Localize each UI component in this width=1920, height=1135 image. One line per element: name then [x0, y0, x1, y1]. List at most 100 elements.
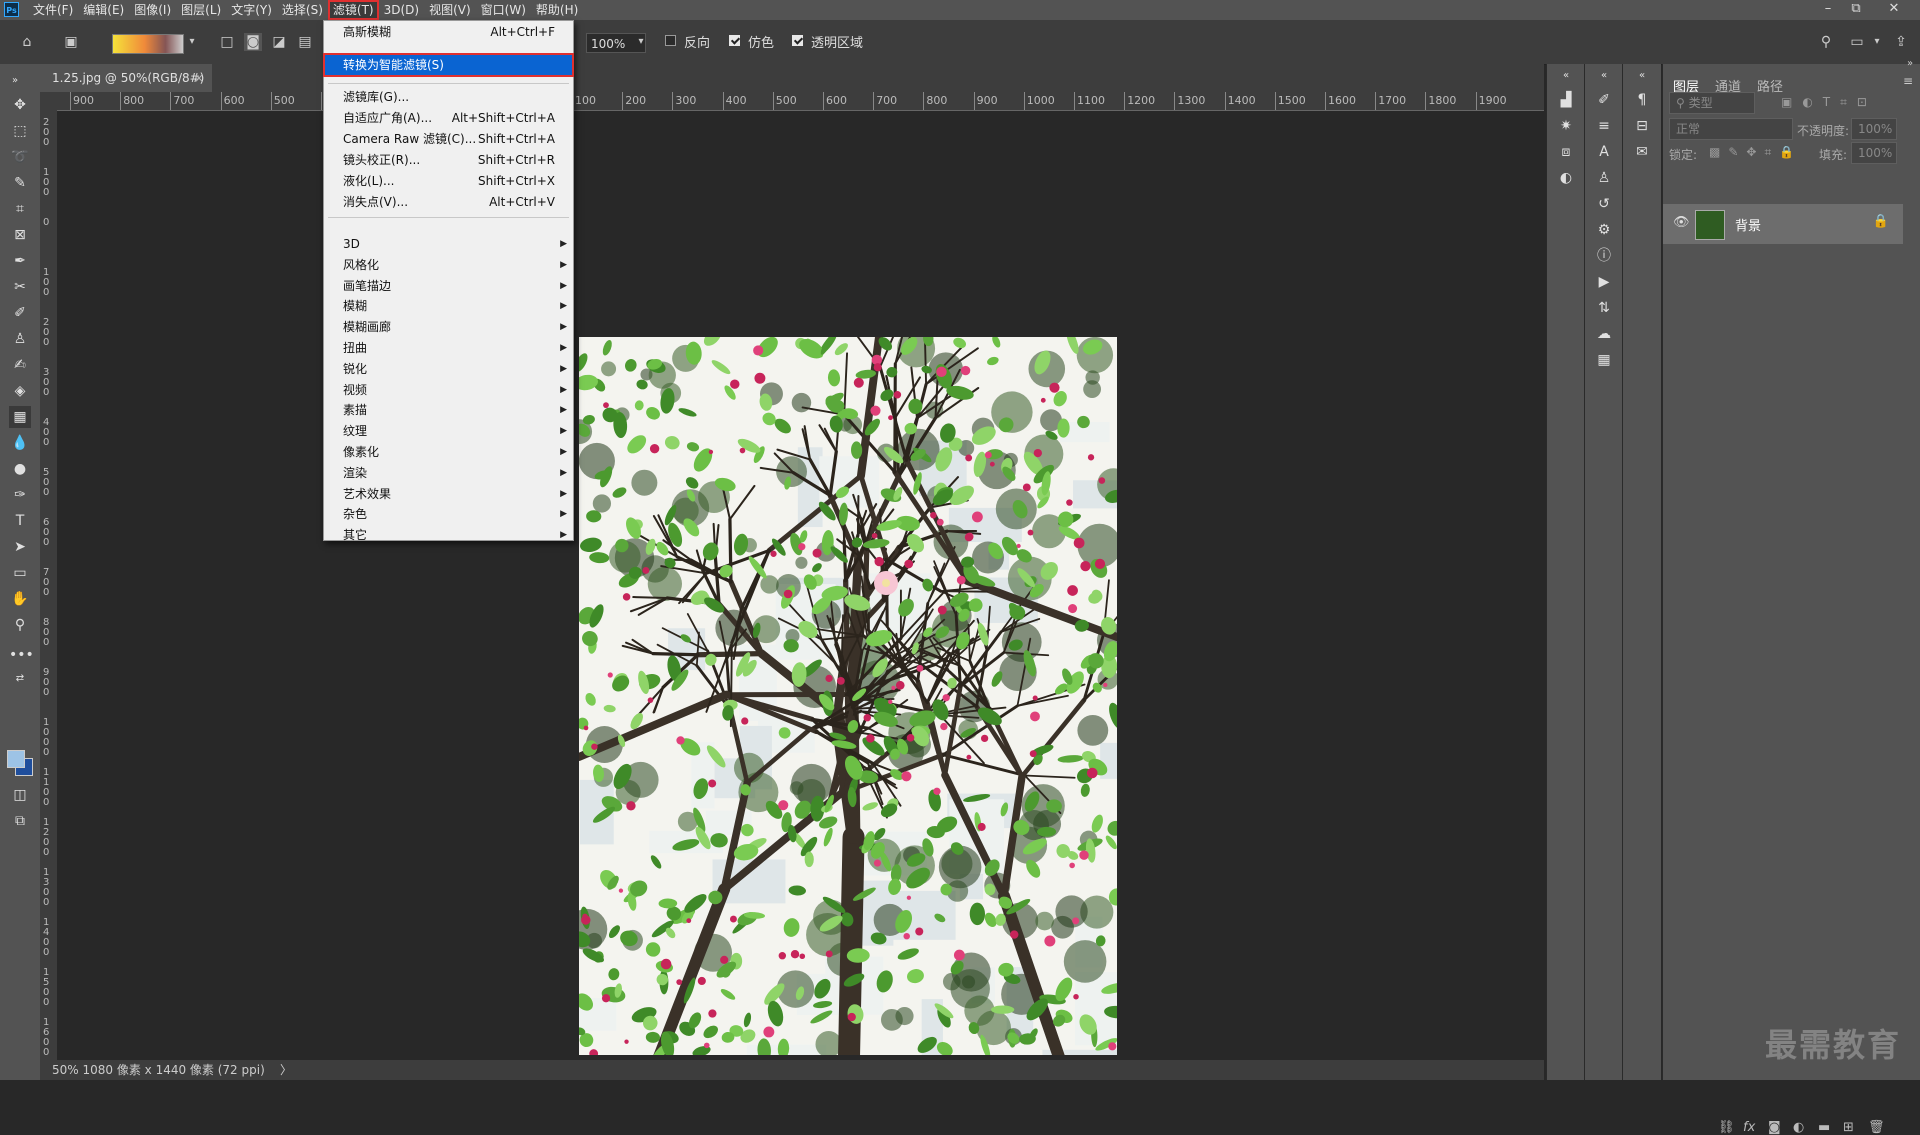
radial-gradient-icon[interactable]: ◙	[244, 33, 262, 51]
layer-row[interactable]: 👁 背景 🔒	[1663, 204, 1903, 244]
type-tool-icon[interactable]: T	[9, 510, 31, 532]
chevron-down-icon[interactable]: ▾	[183, 33, 201, 51]
menu-edit[interactable]: 编辑(E)	[78, 0, 129, 20]
more-tools-icon[interactable]: •••	[9, 644, 31, 666]
notes-icon[interactable]: ✉	[1632, 142, 1652, 162]
canvas-area[interactable]	[57, 111, 1544, 1060]
layer-name[interactable]: 背景	[1735, 215, 1761, 234]
menu-select[interactable]: 选择(S)	[277, 0, 328, 20]
workspace-dropdown-icon[interactable]: ▾	[1868, 33, 1886, 51]
collapse-icon[interactable]: »	[4, 70, 26, 92]
menu-layer[interactable]: 图层(L)	[176, 0, 226, 20]
menu-item-filter[interactable]: 自适应广角(A)...Alt+Shift+Ctrl+A	[324, 108, 573, 129]
restore-button[interactable]: ⧉	[1842, 0, 1870, 20]
crop-tool-icon[interactable]: ⌗	[9, 198, 31, 220]
history-icon[interactable]: ↺	[1594, 194, 1614, 214]
layer-opacity-field[interactable]: 100%	[1851, 118, 1897, 140]
expand-panel-icon[interactable]: »	[1907, 58, 1913, 69]
menu-item-convert-smart-filter[interactable]: 转换为智能滤镜(S)	[324, 54, 573, 76]
angle-gradient-icon[interactable]: ◪	[270, 33, 288, 51]
zoom-tool-icon[interactable]: ⚲	[9, 614, 31, 636]
menu-item-submenu[interactable]: 3D▶	[324, 234, 573, 255]
new-layer-icon[interactable]: ⊞	[1843, 1120, 1854, 1135]
menu-item-submenu[interactable]: 渲染▶	[324, 463, 573, 484]
quick-select-tool-icon[interactable]: ✎	[9, 172, 31, 194]
marquee-tool-icon[interactable]: ⬚	[9, 120, 31, 142]
properties-icon[interactable]: ⇅	[1594, 298, 1614, 318]
menu-item-submenu[interactable]: 艺术效果▶	[324, 484, 573, 505]
status-menu-arrow[interactable]: 〉	[280, 1060, 292, 1080]
menu-image[interactable]: 图像(I)	[129, 0, 176, 20]
pen-tool-icon[interactable]: ✑	[9, 484, 31, 506]
reverse-checkbox[interactable]	[665, 35, 676, 46]
group-icon[interactable]: ▬	[1818, 1120, 1830, 1135]
path-select-tool-icon[interactable]: ➤	[9, 536, 31, 558]
layer-fill-field[interactable]: 100%	[1851, 142, 1897, 164]
libraries-icon[interactable]: ⧈	[1556, 142, 1576, 162]
blur-tool-icon[interactable]: 💧	[9, 432, 31, 454]
foreground-color-swatch[interactable]	[7, 750, 25, 768]
tab-paths[interactable]: 路径	[1757, 76, 1783, 95]
share-icon[interactable]: ⇪	[1892, 33, 1910, 51]
menu-item-submenu[interactable]: 视频▶	[324, 380, 573, 401]
gradient-preset-icon[interactable]: ▣	[62, 33, 80, 51]
transparency-checkbox[interactable]	[792, 35, 803, 46]
collapse-panels-icon-3[interactable]: «	[1632, 66, 1652, 86]
paragraph-icon[interactable]: ¶	[1632, 90, 1652, 110]
actions-icon[interactable]: ▶	[1594, 272, 1614, 292]
opacity-dropdown-icon[interactable]: ▾	[632, 33, 650, 51]
swap-colors-icon[interactable]: ⇄	[9, 668, 31, 690]
navigator-icon[interactable]: ✷	[1556, 116, 1576, 136]
screen-mode-icon[interactable]: ⧉	[9, 810, 31, 832]
menu-item-submenu[interactable]: 模糊画廊▶	[324, 317, 573, 338]
menu-file[interactable]: 文件(F)	[28, 0, 78, 20]
blend-mode-select[interactable]: 正常	[1669, 118, 1793, 140]
menu-item-submenu[interactable]: 扭曲▶	[324, 338, 573, 359]
rectangle-tool-icon[interactable]: ▭	[9, 562, 31, 584]
menu-type[interactable]: 文字(Y)	[226, 0, 277, 20]
lasso-tool-icon[interactable]: ➰	[9, 146, 31, 168]
menu-item-submenu[interactable]: 纹理▶	[324, 421, 573, 442]
hand-tool-icon[interactable]: ✋	[9, 588, 31, 610]
fx-icon[interactable]: fx	[1743, 1120, 1755, 1135]
history-brush-tool-icon[interactable]: ✍	[9, 354, 31, 376]
adjustment-layer-icon[interactable]: ◐	[1793, 1120, 1804, 1135]
workspace-icon[interactable]: ▭	[1848, 33, 1866, 51]
menu-item-filter[interactable]: 消失点(V)...Alt+Ctrl+V	[324, 192, 573, 213]
delete-layer-icon[interactable]: 🗑	[1868, 1120, 1885, 1135]
menu-item-submenu[interactable]: 杂色▶	[324, 504, 573, 525]
frame-tool-icon[interactable]: ⊠	[9, 224, 31, 246]
home-icon[interactable]: ⌂	[18, 33, 36, 51]
dither-checkbox[interactable]	[729, 35, 740, 46]
menu-3d[interactable]: 3D(D)	[379, 0, 424, 20]
add-mask-icon[interactable]: ◙	[1768, 1120, 1781, 1135]
menu-view[interactable]: 视图(V)	[424, 0, 476, 20]
close-tab-icon[interactable]: ×	[194, 64, 204, 92]
lock-icons[interactable]: ▩✎✥⌗🔒	[1709, 145, 1802, 160]
panel-menu-icon[interactable]: ≡	[1903, 74, 1913, 88]
minimize-button[interactable]: –	[1814, 0, 1842, 20]
histogram-icon[interactable]: ▟	[1556, 90, 1576, 110]
gradient-tool-icon[interactable]: ▦	[9, 406, 31, 428]
visibility-eye-icon[interactable]: 👁	[1673, 215, 1690, 230]
swatches-icon[interactable]: ▦	[1594, 350, 1614, 370]
eraser-tool-icon[interactable]: ◈	[9, 380, 31, 402]
menu-item-submenu[interactable]: 其它▶	[324, 525, 573, 546]
menu-item-filter[interactable]: 液化(L)...Shift+Ctrl+X	[324, 171, 573, 192]
clone-source-icon[interactable]: ♙	[1594, 168, 1614, 188]
character-icon[interactable]: A	[1594, 142, 1614, 162]
quick-mask-icon[interactable]: ◫	[9, 784, 31, 806]
document-tab[interactable]: 1.25.jpg @ 50%(RGB/8#) ×	[40, 64, 212, 92]
menu-item-filter[interactable]: 滤镜库(G)...	[324, 87, 573, 108]
linear-gradient-icon[interactable]: □	[218, 33, 236, 51]
close-window-button[interactable]: ✕	[1880, 0, 1908, 20]
brush-tool-icon[interactable]: ✐	[9, 302, 31, 324]
horizontal-ruler[interactable]: 9008007006005001002003004005006007008009…	[57, 92, 1544, 111]
dodge-tool-icon[interactable]: ●	[9, 458, 31, 480]
stamp-tool-icon[interactable]: ♙	[9, 328, 31, 350]
menu-item-submenu[interactable]: 风格化▶	[324, 255, 573, 276]
eyedropper-tool-icon[interactable]: ✒	[9, 250, 31, 272]
brushes-icon[interactable]: ≡	[1594, 116, 1614, 136]
glyphs-icon[interactable]: ⊟	[1632, 116, 1652, 136]
menu-item-filter[interactable]: Camera Raw 滤镜(C)...Shift+Ctrl+A	[324, 129, 573, 150]
